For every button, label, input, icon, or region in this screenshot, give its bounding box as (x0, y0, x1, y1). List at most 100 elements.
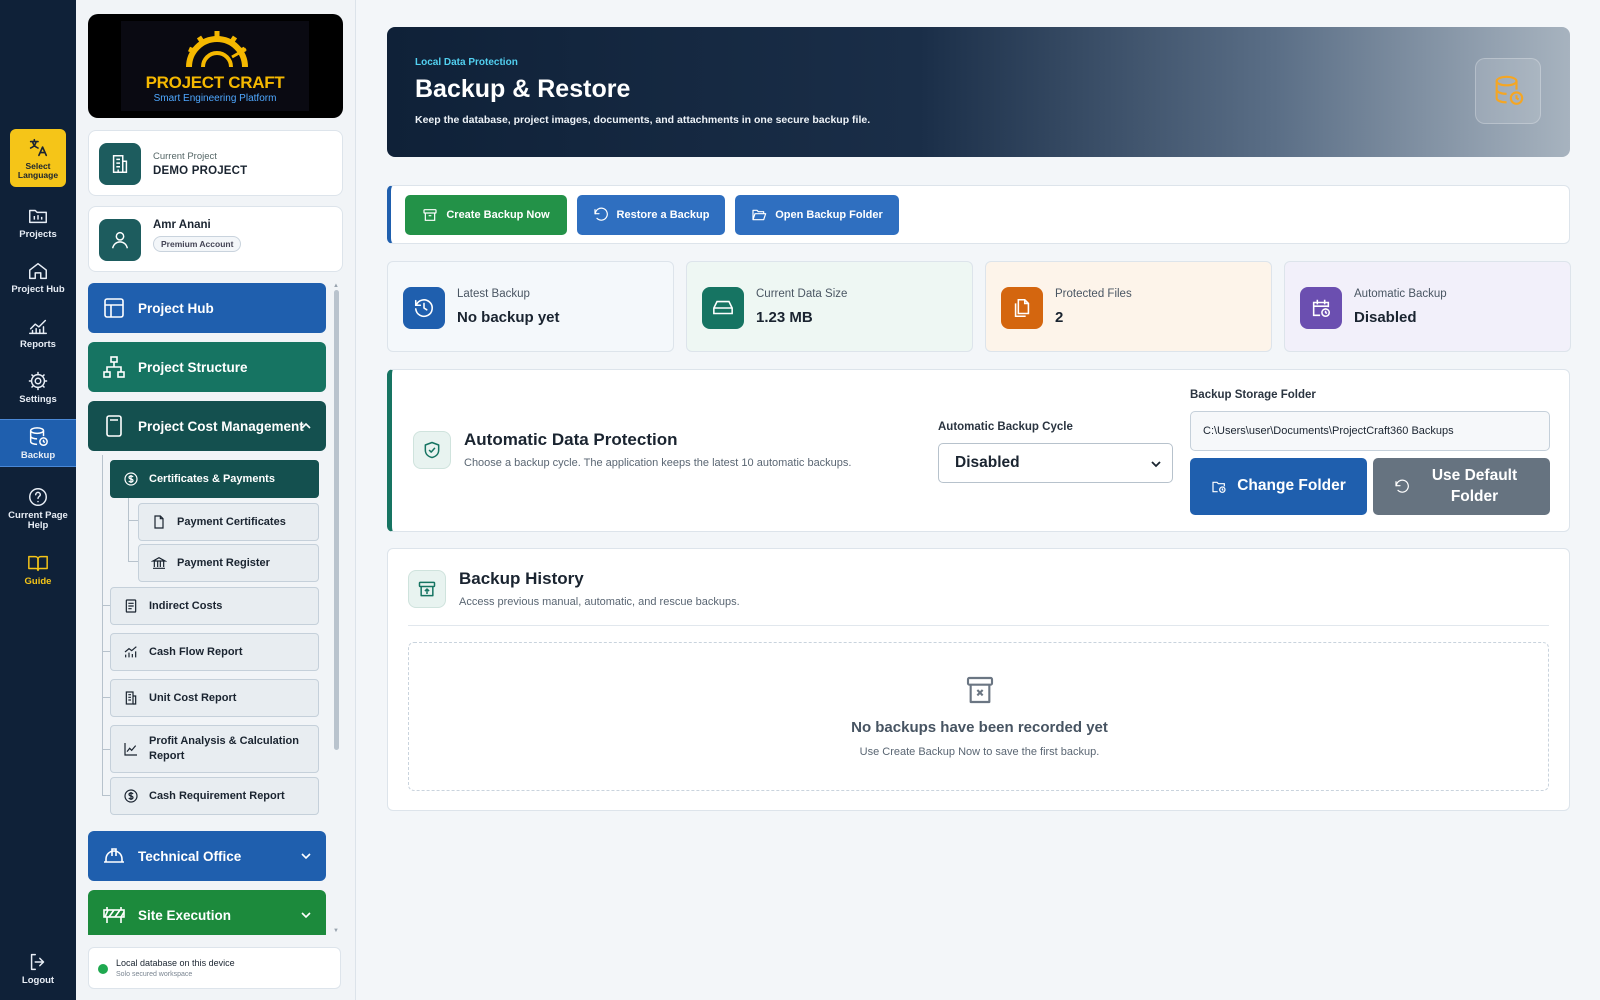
page-eyebrow: Local Data Protection (415, 57, 518, 68)
nav-technical-office[interactable]: Technical Office (88, 831, 326, 881)
page-header: Local Data Protection Backup & Restore K… (387, 27, 1570, 157)
nav-unit-cost-report-label: Unit Cost Report (149, 691, 237, 704)
rail-guide[interactable]: Guide (0, 543, 76, 595)
stat-value: 2 (1055, 309, 1064, 326)
nav-certificates-payments[interactable]: Certificates & Payments (110, 460, 319, 498)
shield-check-icon (413, 431, 451, 469)
history-icon (403, 287, 445, 329)
nav-project-structure[interactable]: Project Structure (88, 342, 326, 392)
brand-logo: PROJECT CRAFT Smart Engineering Platform (88, 14, 343, 118)
backup-folder-value: C:\Users\user\Documents\ProjectCraft360 … (1203, 425, 1454, 437)
folder-icon (29, 209, 47, 223)
backup-history-panel: Backup History Access previous manual, a… (387, 548, 1570, 811)
stat-latest-backup: Latest Backup No backup yet (387, 261, 674, 352)
rail-backup[interactable]: Backup (0, 419, 76, 467)
nav-project-hub-label: Project Hub (138, 300, 214, 316)
rail-logout-label: Logout (21, 974, 55, 986)
rail-help-label: Current Page Help (8, 509, 68, 531)
nav-list: Project Hub Project Structure Project Co… (86, 280, 326, 935)
archive-upload-icon (408, 570, 446, 608)
nav-cash-flow-report[interactable]: Cash Flow Report (110, 633, 319, 671)
chevron-down-icon (301, 853, 311, 860)
stat-label: Protected Files (1055, 288, 1132, 300)
stat-label: Automatic Backup (1354, 288, 1447, 300)
archive-icon (423, 209, 437, 221)
current-project-name: DEMO PROJECT (153, 165, 248, 177)
nav-project-structure-label: Project Structure (138, 359, 248, 375)
gear-icon (28, 371, 48, 390)
user-card[interactable]: Amr Anani Premium Account (88, 206, 343, 272)
rail-reports[interactable]: Reports (0, 306, 76, 358)
rail-projects-label: Projects (19, 228, 57, 240)
rail-settings-label: Settings (19, 393, 57, 405)
chevron-down-icon (1151, 461, 1161, 468)
backup-cycle-value: Disabled (955, 454, 1020, 471)
change-folder-button[interactable]: Change Folder (1190, 458, 1367, 515)
backup-cycle-select[interactable]: Disabled (938, 443, 1173, 483)
nav-technical-office-label: Technical Office (138, 848, 242, 864)
protection-title: Automatic Data Protection (464, 430, 678, 449)
protection-description: Choose a backup cycle. The application k… (464, 457, 852, 469)
action-bar: Create Backup Now Restore a Backup Open … (387, 185, 1570, 244)
nav-certificates-payments-label: Certificates & Payments (149, 472, 275, 485)
nav-project-cost-management[interactable]: Project Cost Management (88, 401, 326, 451)
rail-logout[interactable]: Logout (0, 942, 76, 994)
folder-clock-icon (1212, 481, 1226, 493)
nav-project-hub[interactable]: Project Hub (88, 283, 326, 333)
hard-hat-icon (104, 848, 124, 863)
brand-subtitle: Smart Engineering Platform (153, 93, 277, 104)
stat-value: Disabled (1354, 309, 1417, 326)
automatic-protection-panel: Automatic Data Protection Choose a backu… (387, 369, 1570, 532)
account-badge: Premium Account (153, 236, 242, 252)
select-language-button[interactable]: Select Language (10, 129, 66, 187)
layout-icon (104, 298, 124, 318)
current-project-card[interactable]: Current Project DEMO PROJECT (88, 130, 343, 196)
nav-site-execution[interactable]: Site Execution (88, 890, 326, 935)
scroll-down-arrow[interactable]: ▼ (333, 928, 339, 934)
help-circle-icon (29, 487, 47, 506)
folder-open-icon (752, 209, 767, 221)
nav-indirect-costs[interactable]: Indirect Costs (110, 587, 319, 625)
calendar-clock-icon (1300, 287, 1342, 329)
rail-settings[interactable]: Settings (0, 361, 76, 413)
calculator-icon (106, 415, 122, 437)
gear-logo-icon (186, 31, 248, 68)
open-backup-folder-button[interactable]: Open Backup Folder (735, 195, 899, 235)
stat-label: Current Data Size (756, 288, 848, 300)
use-default-folder-label: Use Default Folder (1431, 467, 1518, 505)
rail-current-page-help[interactable]: Current Page Help (0, 479, 76, 537)
nav-scrollbar[interactable] (334, 290, 339, 750)
empty-subtitle: Use Create Backup Now to save the first … (859, 746, 1100, 758)
nav-cash-requirement-report[interactable]: Cash Requirement Report (110, 777, 319, 815)
restore-backup-button[interactable]: Restore a Backup (577, 195, 725, 235)
archive-x-icon (966, 676, 994, 704)
nav-unit-cost-report[interactable]: Unit Cost Report (110, 679, 319, 717)
user-name: Amr Anani (153, 219, 211, 231)
current-project-label: Current Project (153, 151, 217, 162)
nav-profit-analysis[interactable]: Profit Analysis & Calculation Report (110, 725, 319, 773)
use-default-folder-button[interactable]: Use Default Folder (1373, 458, 1550, 515)
nav-cash-requirement-report-label: Cash Requirement Report (149, 789, 285, 802)
history-description: Access previous manual, automatic, and r… (459, 596, 740, 608)
user-icon (99, 219, 141, 261)
document-icon (154, 515, 164, 529)
rail-project-hub[interactable]: Project Hub (0, 251, 76, 303)
scroll-up-arrow[interactable]: ▲ (333, 283, 339, 289)
stat-value: No backup yet (457, 309, 560, 326)
select-language-label: Select Language (17, 160, 59, 180)
rail-projects[interactable]: Projects (0, 196, 76, 248)
backup-folder-field[interactable]: C:\Users\user\Documents\ProjectCraft360 … (1190, 411, 1550, 451)
stat-current-data-size: Current Data Size 1.23 MB (686, 261, 973, 352)
nav-payment-register-label: Payment Register (177, 556, 270, 569)
status-text: Local database on this device (116, 958, 235, 968)
nav-payment-certificates-label: Payment Certificates (177, 515, 286, 528)
create-backup-label: Create Backup Now (446, 209, 550, 221)
create-backup-button[interactable]: Create Backup Now (405, 195, 567, 235)
empty-history-state: No backups have been recorded yet Use Cr… (408, 642, 1549, 791)
rail-guide-label: Guide (24, 575, 52, 587)
nav-payment-register[interactable]: Payment Register (138, 544, 319, 582)
nav-payment-certificates[interactable]: Payment Certificates (138, 503, 319, 541)
building-icon (99, 143, 141, 185)
chevron-up-icon (301, 422, 311, 429)
rail-backup-label: Backup (20, 449, 56, 461)
